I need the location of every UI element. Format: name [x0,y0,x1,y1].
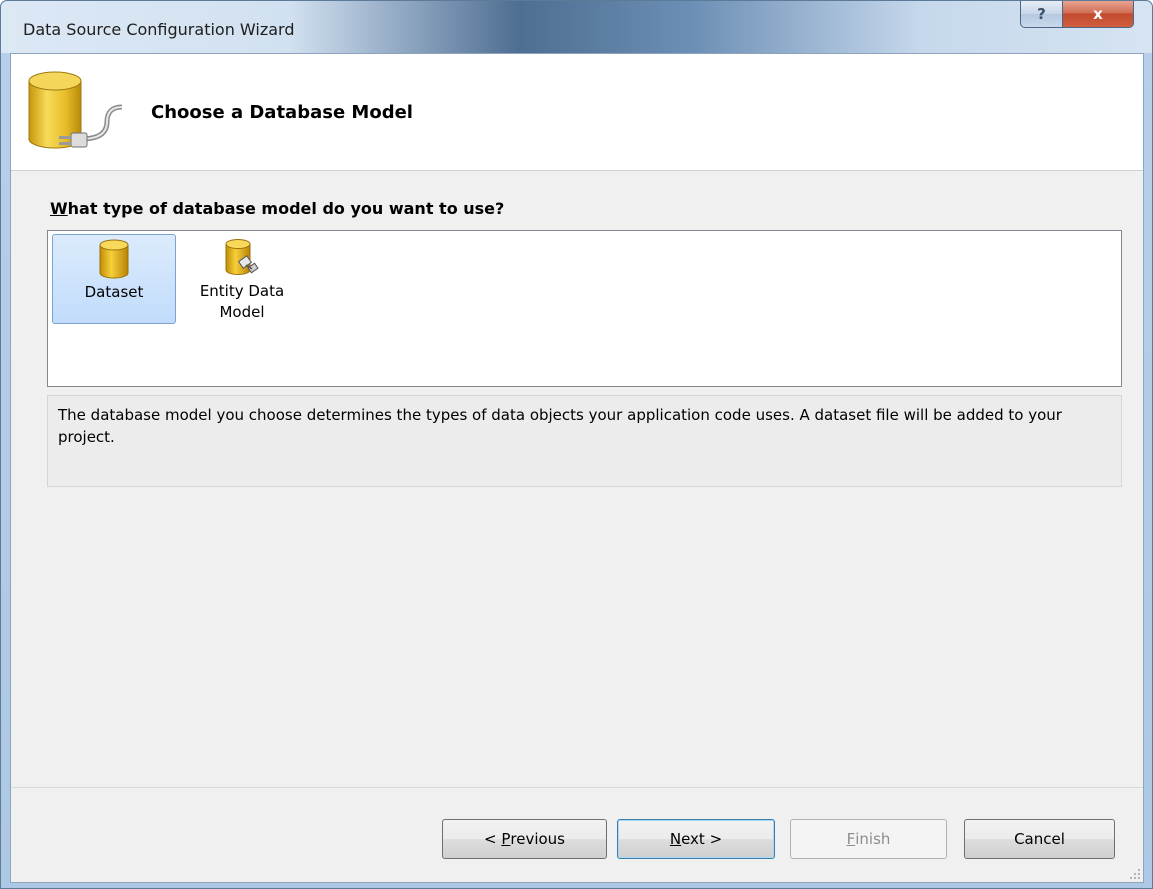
next-accel: N [669,830,682,848]
page-title: Choose a Database Model [151,102,413,123]
model-option-dataset[interactable]: Dataset [52,234,176,324]
model-label: Entity Data Model [199,282,285,321]
close-button[interactable]: x [1062,1,1134,28]
wizard-header: Choose a Database Model [11,54,1143,171]
database-plug-icon [28,71,123,149]
accelerator-letter: W [50,199,68,218]
resize-grip-icon[interactable] [1129,868,1141,880]
close-icon: x [1093,5,1103,23]
dataset-cylinder-icon [99,239,129,279]
next-rest: ext > [681,830,723,848]
title-bar[interactable]: Data Source Configuration Wizard ? x [1,1,1152,53]
help-icon: ? [1037,5,1046,23]
wizard-window: Data Source Configuration Wizard ? x Cho… [0,0,1153,889]
model-question-label: What type of database model do you want … [50,199,504,218]
question-text: hat type of database model do you want t… [67,199,505,218]
model-label: Dataset [84,283,144,301]
finish-button[interactable]: Finish [790,819,947,859]
previous-prefix: < [484,830,502,848]
database-model-list[interactable]: Dataset Entity Data Model [47,230,1122,387]
previous-button[interactable]: < Previous [442,819,607,859]
wizard-body: Choose a Database Model What type of dat… [10,53,1144,883]
next-button[interactable]: Next > [617,819,775,859]
finish-rest: inish [855,830,891,848]
entity-data-model-icon [225,239,259,275]
window-title: Data Source Configuration Wizard [23,20,295,39]
help-button[interactable]: ? [1020,1,1063,28]
cancel-button[interactable]: Cancel [964,819,1115,859]
model-description: The database model you choose determines… [47,395,1122,487]
model-option-entity-data-model[interactable]: Entity Data Model [180,234,304,324]
previous-accel: P [501,830,511,848]
finish-accel: F [846,830,856,848]
previous-rest: revious [510,830,565,848]
